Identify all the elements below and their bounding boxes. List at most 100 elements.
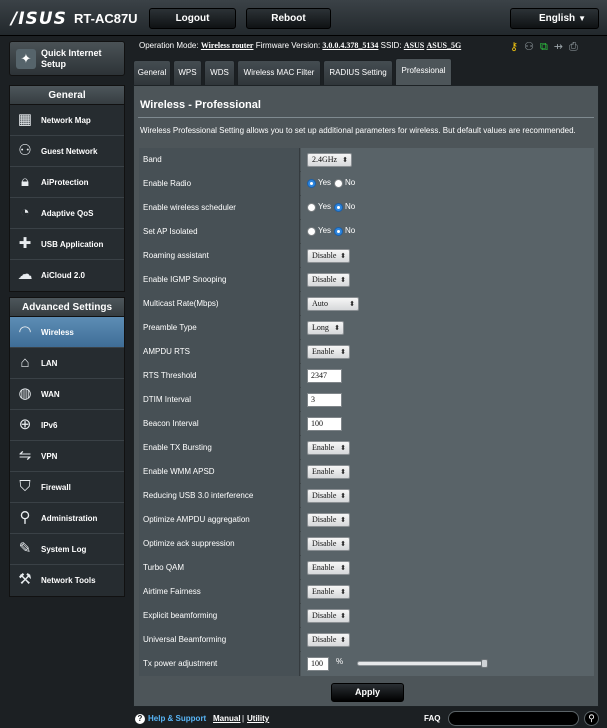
table-row: Preamble Type Long ⬍	[139, 316, 594, 340]
rts-threshold-input[interactable]: 2347	[307, 369, 342, 383]
usb-icon[interactable]: ⇸	[554, 41, 569, 53]
sidebar-item-lan[interactable]: ⌂ LAN	[10, 348, 124, 379]
updown-arrow-icon: ⬍	[340, 540, 346, 548]
scheduler-yes-radio[interactable]	[307, 203, 316, 212]
sidebar-item-ipv6[interactable]: ⊕ IPv6	[10, 410, 124, 441]
ack-suppression-select[interactable]: Disable ⬍	[307, 537, 350, 551]
sidebar-item-guest-network[interactable]: ⚇ Guest Network	[10, 136, 124, 167]
sidebar-item-vpn[interactable]: ⇋ VPN	[10, 441, 124, 472]
tx-bursting-select[interactable]: Enable ⬍	[307, 441, 350, 455]
sidebar-item-system-log[interactable]: ✎ System Log	[10, 534, 124, 565]
puzzle-icon: ✚	[18, 235, 32, 252]
advanced-menu: Advanced Settings ◠ Wireless ⌂ LAN ◍ WAN…	[9, 297, 125, 597]
usb3-interference-select[interactable]: Disable ⬍	[307, 489, 350, 503]
igmp-snooping-select[interactable]: Disable ⬍	[307, 273, 350, 287]
ssid-link-2[interactable]: ASUS_5G	[426, 41, 461, 50]
ampdu-rts-select[interactable]: Enable ⬍	[307, 345, 350, 359]
sidebar-item-label: IPv6	[41, 421, 58, 430]
globe-icon: ◍	[18, 385, 32, 402]
ap-isolated-no-radio[interactable]	[334, 227, 343, 236]
ssid-label: SSID:	[380, 41, 402, 50]
setting-label: Beacon Interval	[139, 412, 300, 436]
table-row: Reducing USB 3.0 interference Disable ⬍	[139, 484, 594, 508]
sidebar-item-firewall[interactable]: ⛉ Firewall	[10, 472, 124, 503]
radio-label: Yes	[318, 226, 332, 235]
printer-icon[interactable]: ⎙	[569, 41, 584, 53]
sidebar-item-adaptive-qos[interactable]: ◔ Adaptive QoS	[10, 198, 124, 229]
enable-radio-yes-radio[interactable]	[307, 179, 316, 188]
top-bar: /ISUS RT-AC87U Logout Reboot English ▼	[0, 0, 607, 36]
sidebar-item-aiprotection[interactable]: 🔒︎ AiProtection	[10, 167, 124, 198]
explicit-beamforming-select[interactable]: Disable ⬍	[307, 609, 350, 623]
multicast-rate-select[interactable]: Auto ⬍	[307, 297, 359, 311]
chevron-down-icon: ▼	[578, 14, 586, 23]
utility-link[interactable]: Utility	[247, 714, 269, 723]
sidebar-item-aicloud[interactable]: ☁ AiCloud 2.0	[10, 260, 124, 291]
select-value: Disable	[312, 611, 337, 620]
table-row: Enable wireless scheduler Yes No	[139, 196, 594, 220]
tab-professional[interactable]: Professional	[395, 58, 452, 85]
setting-label: Tx power adjustment	[139, 652, 300, 676]
airtime-fairness-select[interactable]: Enable ⬍	[307, 585, 350, 599]
users-icon[interactable]: ⚇	[524, 41, 540, 53]
ap-isolated-yes-radio[interactable]	[307, 227, 316, 236]
universal-beamforming-select[interactable]: Disable ⬍	[307, 633, 350, 647]
table-row: Tx power adjustment 100 %	[139, 652, 594, 676]
language-select[interactable]: English ▼	[510, 8, 599, 29]
table-row: Optimize ack suppression Disable ⬍	[139, 532, 594, 556]
apply-button[interactable]: Apply	[331, 683, 404, 702]
band-select[interactable]: 2.4GHz ⬍	[307, 153, 352, 167]
sidebar-item-label: AiProtection	[41, 178, 89, 187]
setting-label: Airtime Fairness	[139, 580, 300, 604]
beacon-interval-input[interactable]: 100	[307, 417, 342, 431]
turbo-qam-select[interactable]: Enable ⬍	[307, 561, 350, 575]
quick-internet-setup-button[interactable]: ✦ Quick Internet Setup	[9, 41, 125, 76]
setting-label: Enable TX Bursting	[139, 436, 300, 460]
scheduler-no-radio[interactable]	[334, 203, 343, 212]
network-status-icon[interactable]: ⧉	[540, 41, 554, 53]
setting-label: Enable Radio	[139, 172, 300, 196]
footer-separator: |	[242, 714, 245, 723]
dtim-interval-input[interactable]: 3	[307, 393, 342, 407]
tx-power-slider[interactable]	[357, 661, 483, 666]
wifi-icon: ◠	[18, 323, 32, 340]
sidebar-item-administration[interactable]: ⚲ Administration	[10, 503, 124, 534]
sidebar-item-wireless[interactable]: ◠ Wireless	[10, 317, 124, 348]
cloud-icon: ☁	[17, 266, 33, 283]
sidebar-item-network-tools[interactable]: ⚒ Network Tools	[10, 565, 124, 596]
sidebar-item-usb-application[interactable]: ✚ USB Application	[10, 229, 124, 260]
tx-power-input[interactable]: 100	[307, 657, 329, 671]
tab-wds[interactable]: WDS	[204, 60, 235, 85]
tab-general[interactable]: General	[133, 60, 171, 85]
tab-radius-setting[interactable]: RADIUS Setting	[323, 60, 393, 85]
preamble-type-select[interactable]: Long ⬍	[307, 321, 344, 335]
reboot-button[interactable]: Reboot	[246, 8, 331, 29]
sidebar-item-network-map[interactable]: ▦ Network Map	[10, 105, 124, 136]
manual-link[interactable]: Manual	[213, 714, 241, 723]
wmm-apsd-select[interactable]: Enable ⬍	[307, 465, 350, 479]
search-icon[interactable]: ⚲	[584, 711, 599, 726]
setting-label: DTIM Interval	[139, 388, 300, 412]
tab-wps[interactable]: WPS	[173, 60, 202, 85]
updown-arrow-icon: ⬍	[340, 612, 346, 620]
updown-arrow-icon: ⬍	[340, 516, 346, 524]
tab-wireless-mac-filter[interactable]: Wireless MAC Filter	[237, 60, 321, 85]
select-value: Disable	[312, 251, 337, 260]
roaming-assistant-select[interactable]: Disable ⬍	[307, 249, 350, 263]
key-icon[interactable]: ⚷	[510, 41, 524, 53]
setting-label: Preamble Type	[139, 316, 300, 340]
logout-button[interactable]: Logout	[149, 8, 236, 29]
table-row: Set AP Isolated Yes No	[139, 220, 594, 244]
updown-arrow-icon: ⬍	[340, 444, 346, 452]
faq-search-input[interactable]	[448, 711, 579, 726]
status-line: Operation Mode: Wireless router Firmware…	[139, 41, 461, 50]
firmware-link[interactable]: 3.0.0.4.378_5134	[322, 41, 378, 50]
ssid-link-1[interactable]: ASUS	[404, 41, 424, 50]
enable-radio-no-radio[interactable]	[334, 179, 343, 188]
sidebar-item-wan[interactable]: ◍ WAN	[10, 379, 124, 410]
sidebar-item-label: Network Map	[41, 116, 91, 125]
slider-handle[interactable]	[481, 659, 488, 668]
ampdu-aggregation-select[interactable]: Disable ⬍	[307, 513, 350, 527]
operation-mode-link[interactable]: Wireless router	[201, 41, 254, 50]
table-row: Enable Radio Yes No	[139, 172, 594, 196]
